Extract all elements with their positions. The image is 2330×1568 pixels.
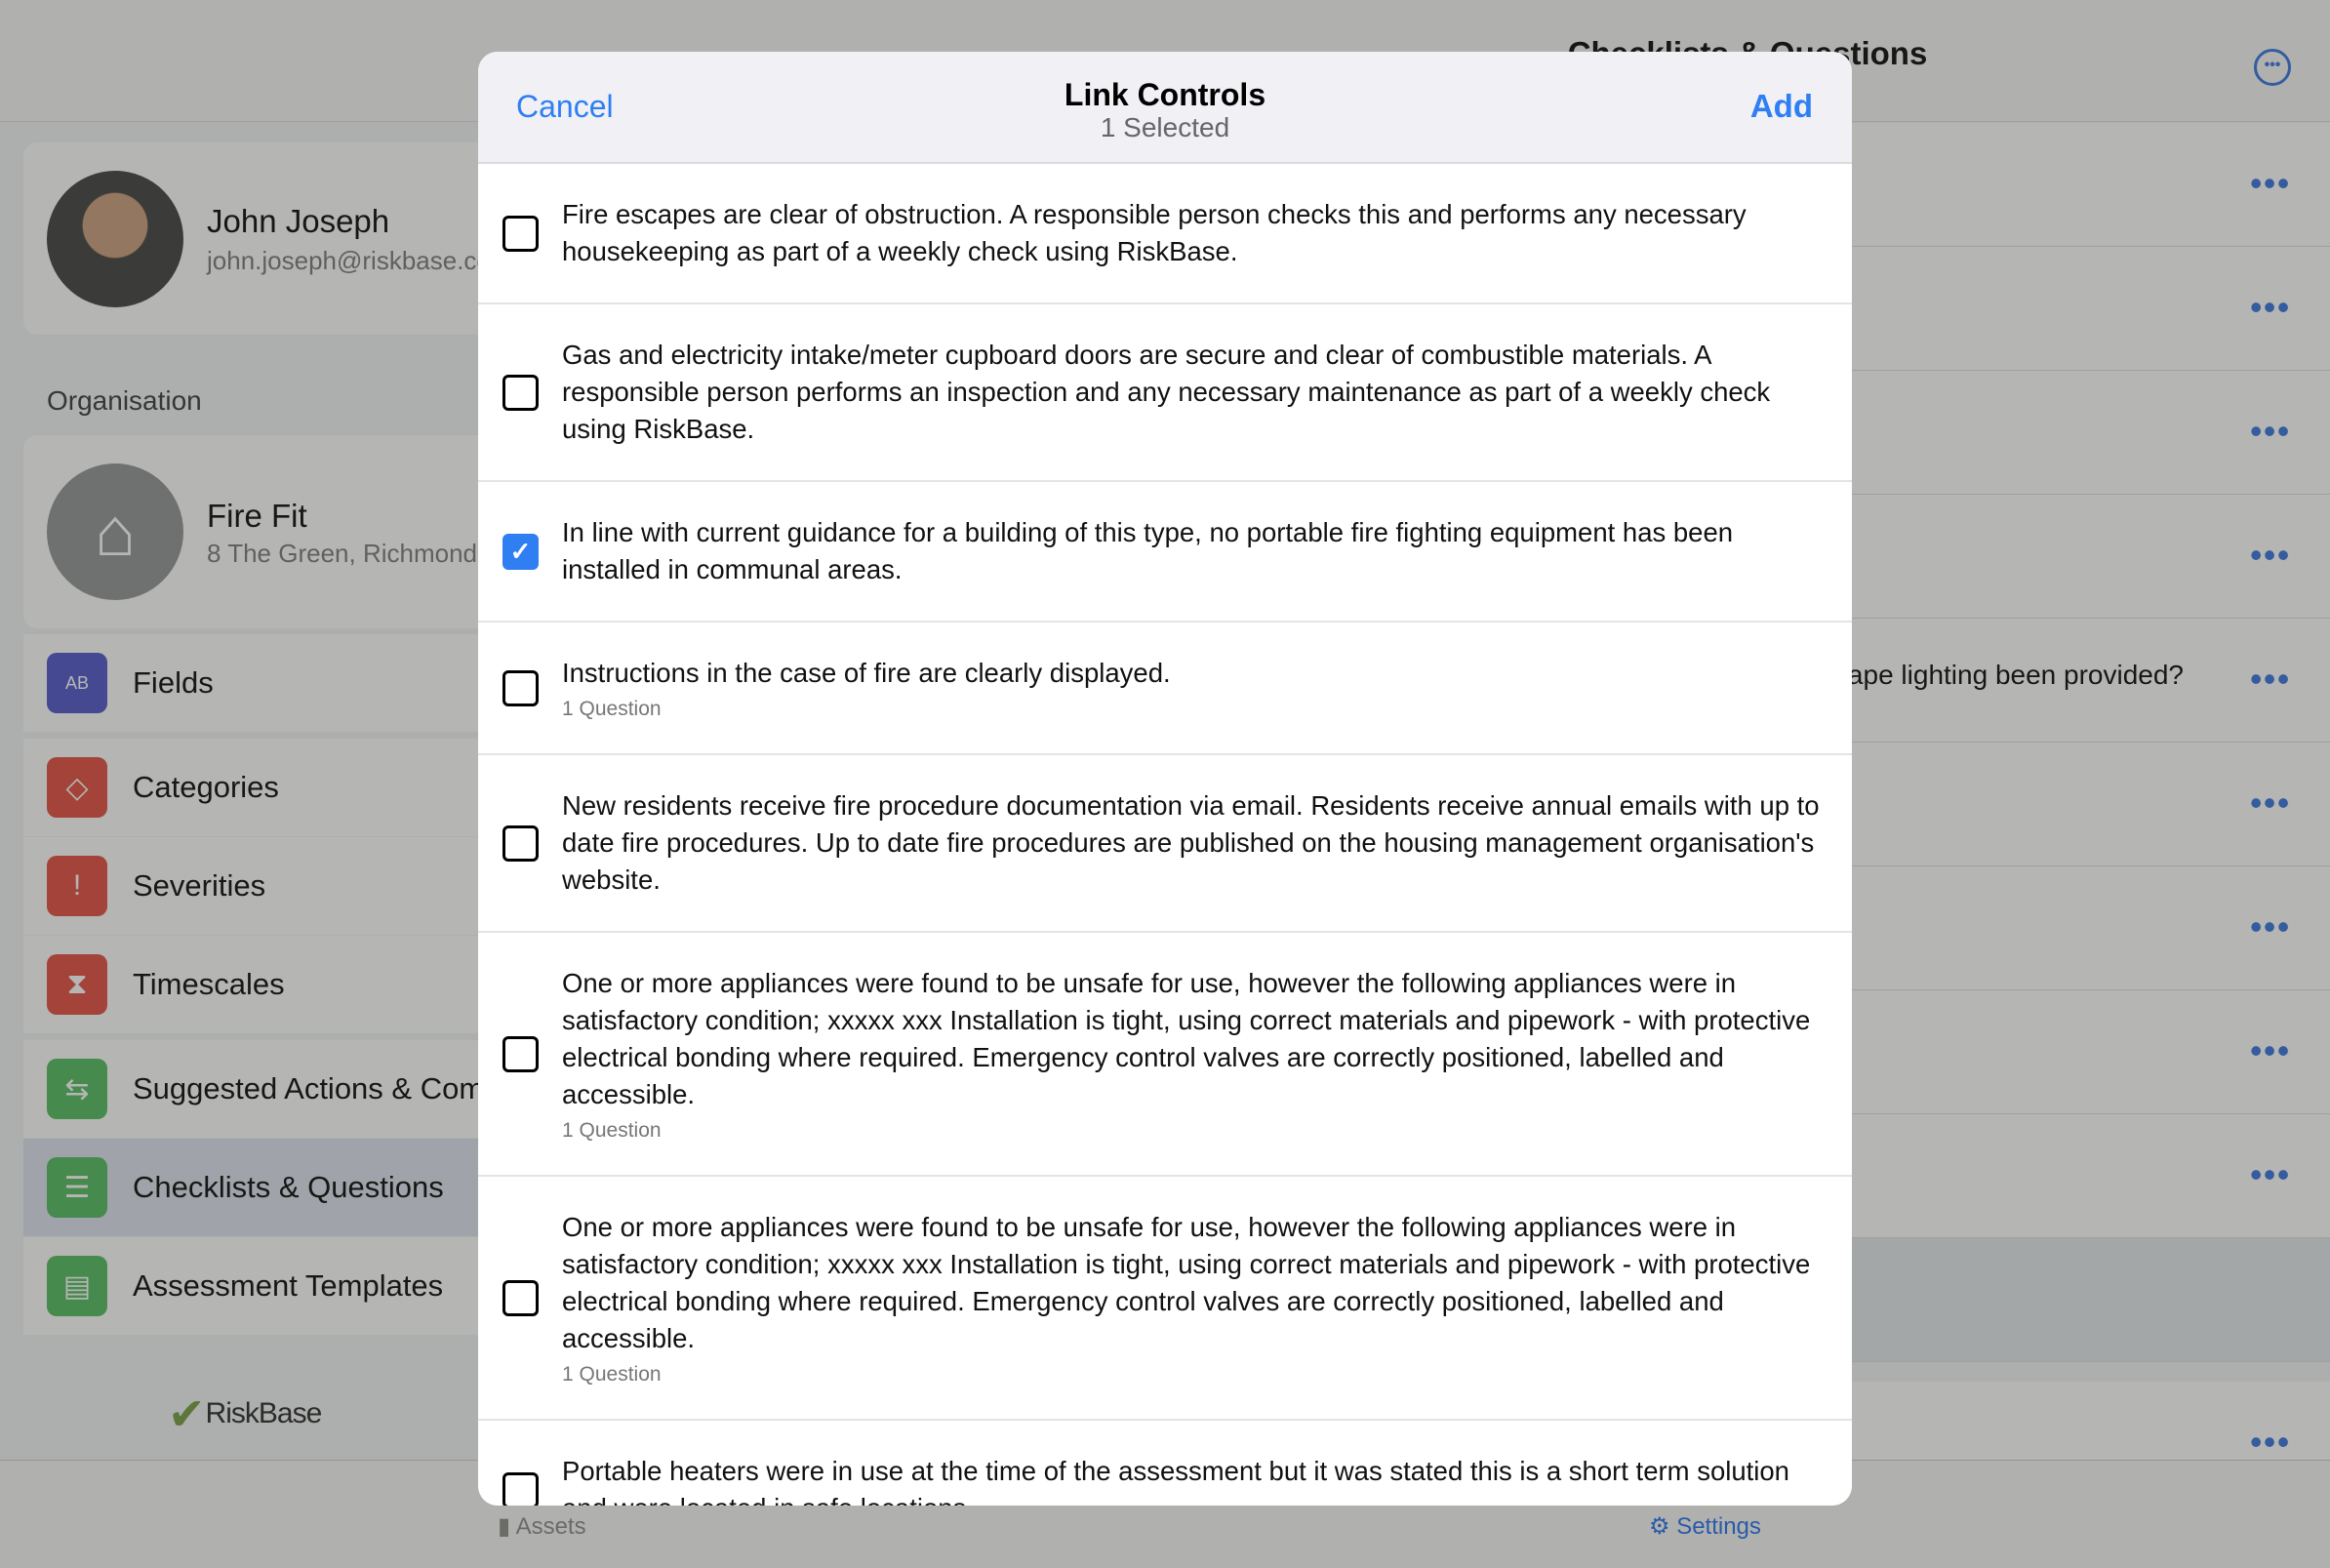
controls-list: Fire escapes are clear of obstruction. A… xyxy=(478,164,1852,1506)
control-row[interactable]: Portable heaters were in use at the time… xyxy=(478,1421,1852,1506)
control-text: One or more appliances were found to be … xyxy=(562,1212,1811,1353)
checkbox[interactable] xyxy=(502,824,539,862)
question-count: 1 Question xyxy=(562,698,662,720)
add-button[interactable]: Add xyxy=(1750,88,1813,125)
control-text: Portable heaters were in use at the time… xyxy=(562,1456,1789,1506)
tab-assets[interactable]: ▮ Assets xyxy=(498,1512,586,1541)
settings-icon: ⚙ xyxy=(1649,1513,1677,1540)
checkbox[interactable] xyxy=(502,374,539,411)
modal-title: Link Controls xyxy=(1064,77,1266,112)
control-row[interactable]: One or more appliances were found to be … xyxy=(478,933,1852,1177)
question-count: 1 Question xyxy=(562,1119,662,1142)
checkbox[interactable] xyxy=(502,1035,539,1072)
link-controls-modal: Cancel Link Controls 1 Selected Add Fire… xyxy=(478,52,1852,1506)
checkbox[interactable]: ✓ xyxy=(502,533,539,570)
control-text: Gas and electricity intake/meter cupboar… xyxy=(562,340,1771,444)
checkbox[interactable] xyxy=(502,215,539,252)
control-text: Instructions in the case of fire are cle… xyxy=(562,658,1171,688)
control-row[interactable]: ✓ In line with current guidance for a bu… xyxy=(478,482,1852,623)
tab-settings-label: Settings xyxy=(1676,1513,1761,1540)
control-text: In line with current guidance for a buil… xyxy=(562,517,1734,584)
checkbox[interactable] xyxy=(502,1279,539,1316)
control-row[interactable]: One or more appliances were found to be … xyxy=(478,1177,1852,1421)
control-text: New residents receive fire procedure doc… xyxy=(562,790,1820,895)
checkmark-icon: ✓ xyxy=(509,536,532,566)
control-row[interactable]: New residents receive fire procedure doc… xyxy=(478,755,1852,933)
control-text: One or more appliances were found to be … xyxy=(562,968,1811,1109)
question-count: 1 Question xyxy=(562,1363,662,1386)
checkbox[interactable] xyxy=(502,1471,539,1506)
control-text: Fire escapes are clear of obstruction. A… xyxy=(562,199,1747,266)
assets-icon: ▮ xyxy=(498,1513,516,1540)
control-row[interactable]: Gas and electricity intake/meter cupboar… xyxy=(478,304,1852,482)
tab-assets-label: Assets xyxy=(515,1513,586,1540)
checkbox[interactable] xyxy=(502,669,539,706)
tab-settings[interactable]: ⚙ Settings xyxy=(1649,1512,1761,1541)
modal-header: Cancel Link Controls 1 Selected Add xyxy=(478,52,1852,164)
selection-count: 1 Selected xyxy=(1100,112,1230,142)
control-row[interactable]: Instructions in the case of fire are cle… xyxy=(478,623,1852,755)
control-row[interactable]: Fire escapes are clear of obstruction. A… xyxy=(478,164,1852,304)
